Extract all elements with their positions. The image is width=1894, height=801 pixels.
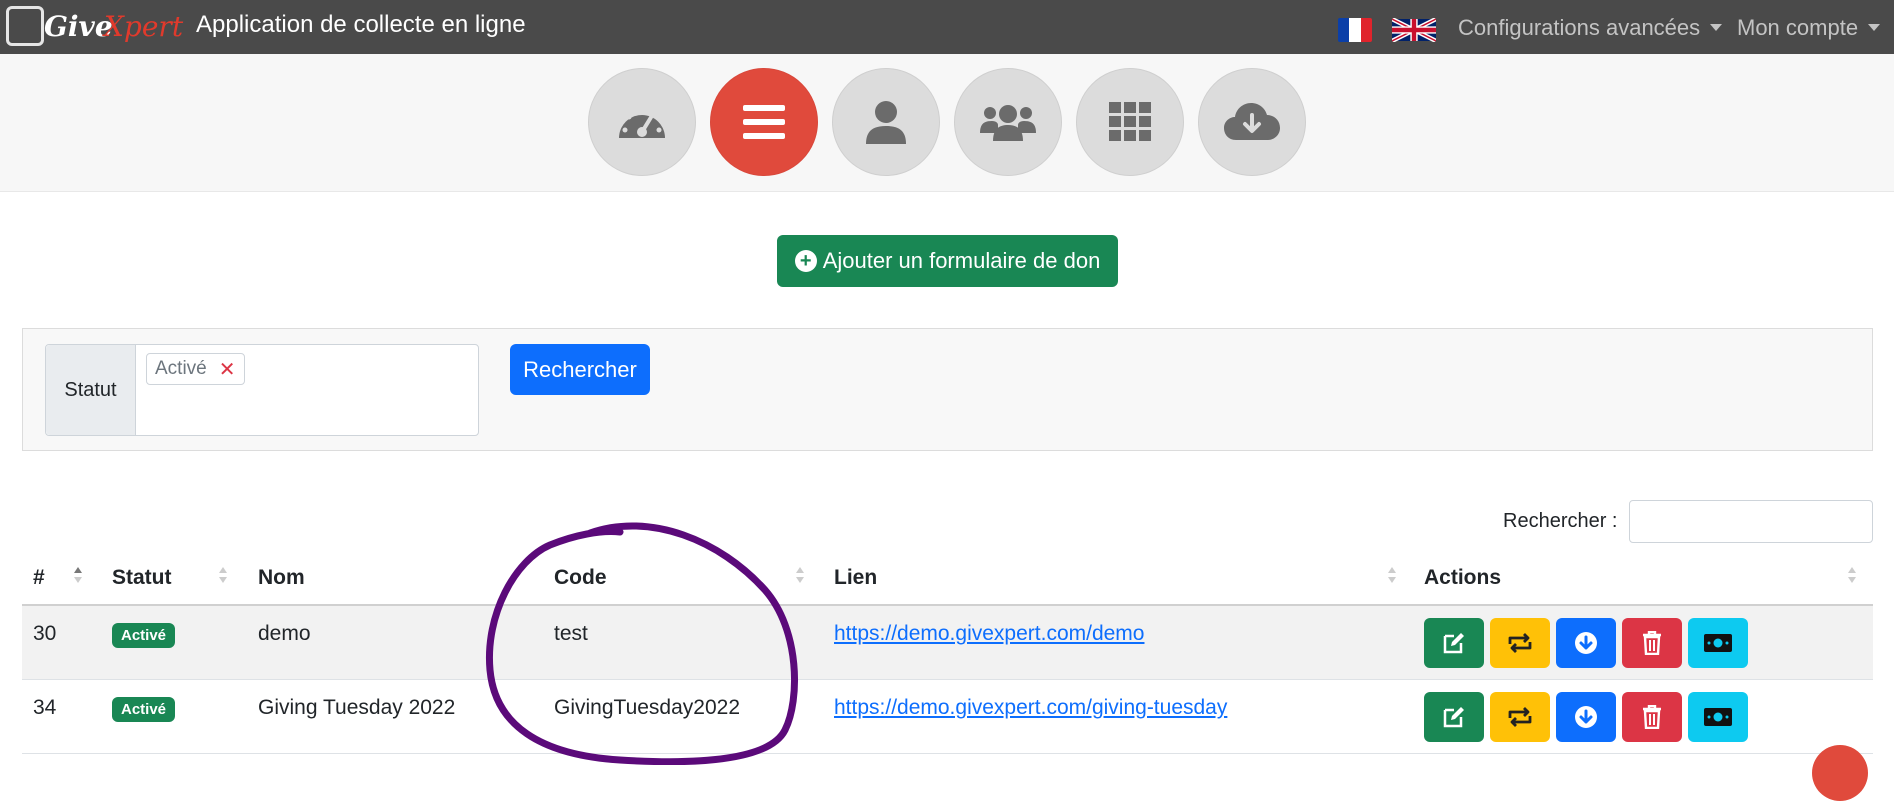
status-tag-active: Activé ✕ bbox=[146, 353, 245, 385]
row-name: demo bbox=[258, 622, 311, 645]
arrow-down-circle-icon bbox=[1575, 706, 1597, 728]
cloud-download-icon bbox=[1224, 103, 1280, 140]
floating-help-button[interactable] bbox=[1812, 745, 1868, 801]
trash-icon bbox=[1643, 705, 1661, 729]
uk-flag-icon[interactable] bbox=[1392, 18, 1436, 42]
status-filter-label: Statut bbox=[46, 345, 136, 435]
account-label: Mon compte bbox=[1737, 15, 1859, 40]
row-id: 34 bbox=[33, 696, 57, 719]
status-filter[interactable]: Statut Activé ✕ bbox=[45, 344, 479, 436]
edit-icon bbox=[1443, 707, 1464, 728]
column-header-name[interactable]: Nom bbox=[258, 566, 305, 590]
table-search-label: Rechercher : bbox=[1503, 510, 1618, 532]
remove-tag-icon[interactable]: ✕ bbox=[219, 357, 236, 382]
column-header-code[interactable]: Code bbox=[554, 566, 607, 590]
list-button[interactable] bbox=[710, 68, 818, 176]
trash-icon bbox=[1643, 631, 1661, 655]
user-button[interactable] bbox=[832, 68, 940, 176]
delete-button[interactable] bbox=[1622, 618, 1682, 668]
duplicate-button[interactable] bbox=[1490, 618, 1550, 668]
sort-icon[interactable] bbox=[1848, 567, 1858, 587]
delete-button[interactable] bbox=[1622, 692, 1682, 742]
download-button[interactable] bbox=[1556, 692, 1616, 742]
row-id: 30 bbox=[33, 622, 57, 645]
chevron-down-icon bbox=[1710, 23, 1723, 31]
row-name: Giving Tuesday 2022 bbox=[258, 696, 456, 719]
search-button[interactable]: Rechercher bbox=[510, 344, 650, 395]
column-header-status[interactable]: Statut bbox=[112, 566, 172, 590]
sort-icon[interactable] bbox=[1388, 567, 1398, 587]
sort-icon[interactable] bbox=[74, 567, 84, 587]
top-navbar: Give Xpert Application de collecte en li… bbox=[0, 0, 1894, 54]
french-flag-icon[interactable] bbox=[1338, 18, 1372, 42]
users-button[interactable] bbox=[954, 68, 1062, 176]
money-bill-icon bbox=[1704, 708, 1732, 726]
status-tag-label: Activé bbox=[155, 358, 207, 379]
download-button[interactable] bbox=[1556, 618, 1616, 668]
edit-icon bbox=[1443, 633, 1464, 654]
chevron-down-icon bbox=[1868, 23, 1881, 31]
table-row: 30 Activé demo test https://demo.givexpe… bbox=[22, 606, 1873, 680]
column-header-actions[interactable]: Actions bbox=[1424, 566, 1501, 590]
sort-icon[interactable] bbox=[796, 567, 806, 587]
grid-button[interactable] bbox=[1076, 68, 1184, 176]
cloud-download-button[interactable] bbox=[1198, 68, 1306, 176]
add-donation-form-button[interactable]: + Ajouter un formulaire de don bbox=[777, 235, 1118, 287]
duplicate-button[interactable] bbox=[1490, 692, 1550, 742]
filter-panel: Statut Activé ✕ bbox=[22, 328, 1873, 451]
status-badge: Activé bbox=[112, 697, 176, 722]
dashboard-button[interactable] bbox=[588, 68, 696, 176]
edit-button[interactable] bbox=[1424, 692, 1484, 742]
payments-button[interactable] bbox=[1688, 692, 1748, 742]
account-menu[interactable]: Mon compte bbox=[1737, 15, 1881, 41]
arrow-down-circle-icon bbox=[1575, 632, 1597, 654]
repeat-icon bbox=[1508, 707, 1532, 727]
table-row: 34 Activé Giving Tuesday 2022 GivingTues… bbox=[22, 680, 1873, 754]
dashboard-icon bbox=[619, 108, 665, 138]
list-icon bbox=[743, 105, 785, 139]
module-icon-bar bbox=[0, 54, 1894, 192]
payments-button[interactable] bbox=[1688, 618, 1748, 668]
money-bill-icon bbox=[1704, 634, 1732, 652]
table-search-input[interactable] bbox=[1629, 500, 1873, 543]
status-badge: Activé bbox=[112, 623, 176, 648]
logo-xpert-text: Xpert bbox=[104, 10, 184, 43]
advanced-config-menu[interactable]: Configurations avancées bbox=[1458, 15, 1723, 41]
grid-icon bbox=[1109, 102, 1151, 141]
plus-circle-icon: + bbox=[794, 250, 817, 272]
row-code: test bbox=[554, 622, 588, 645]
logo-give-text: Give bbox=[44, 10, 113, 43]
givexpert-logo[interactable]: Give Xpert bbox=[4, 4, 183, 50]
row-link[interactable]: https://demo.givexpert.com/demo bbox=[834, 622, 1144, 646]
column-header-id[interactable]: # bbox=[33, 566, 45, 590]
user-icon bbox=[866, 101, 906, 144]
users-icon bbox=[980, 105, 1036, 141]
advanced-config-label: Configurations avancées bbox=[1458, 15, 1701, 40]
row-link[interactable]: https://demo.givexpert.com/giving-tuesda… bbox=[834, 696, 1227, 720]
logo-mark-icon bbox=[6, 6, 44, 46]
column-header-link[interactable]: Lien bbox=[834, 566, 877, 590]
sort-icon[interactable] bbox=[219, 567, 229, 587]
edit-button[interactable] bbox=[1424, 618, 1484, 668]
add-donation-form-label: Ajouter un formulaire de don bbox=[822, 248, 1101, 273]
app-title: Application de collecte en ligne bbox=[196, 11, 526, 38]
repeat-icon bbox=[1508, 633, 1532, 653]
row-code: GivingTuesday2022 bbox=[554, 696, 741, 719]
